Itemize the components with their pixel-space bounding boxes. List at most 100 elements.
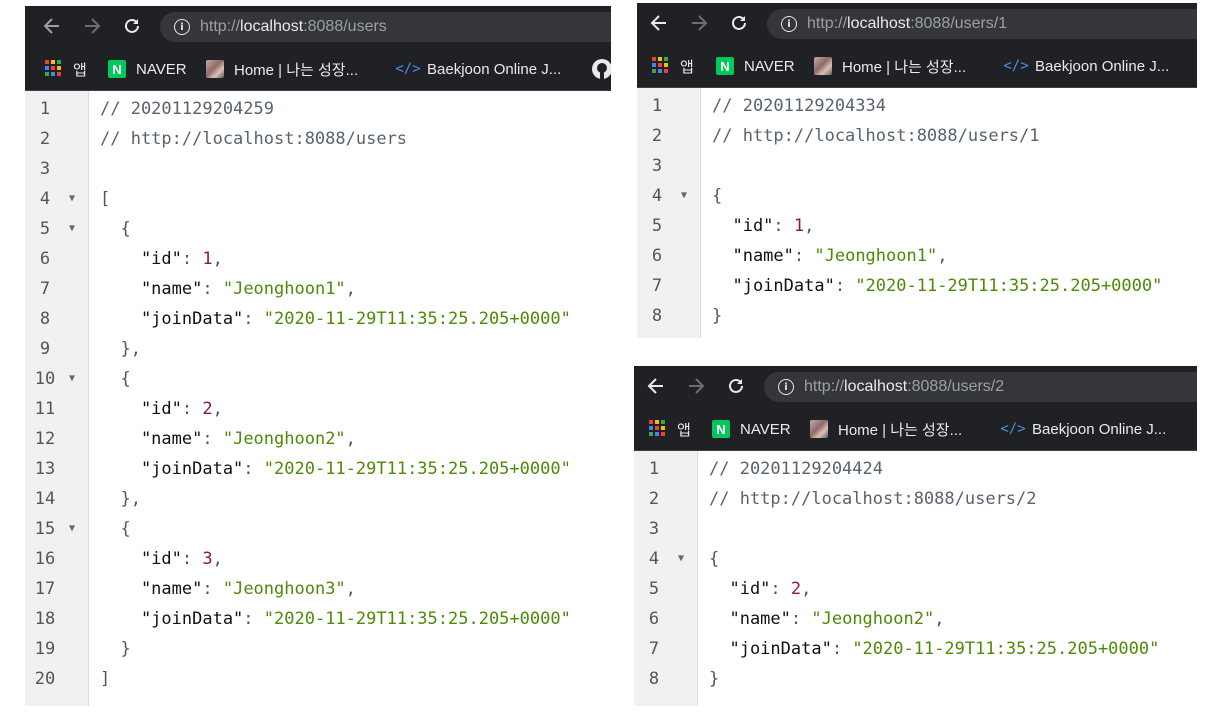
code-line: 8} bbox=[634, 664, 1197, 694]
code-token: "name" bbox=[100, 279, 203, 299]
reload-button[interactable] bbox=[722, 372, 750, 400]
bookmark-baekjoon[interactable]: </> Baekjoon Online J... bbox=[1003, 44, 1169, 88]
bookmark-naver[interactable]: N NAVER bbox=[108, 47, 187, 91]
code-line: 14 }, bbox=[25, 484, 611, 514]
code-token: { bbox=[709, 549, 720, 569]
back-button[interactable] bbox=[645, 9, 673, 37]
url-text: http://localhost:8088/users/2 bbox=[804, 378, 1005, 395]
code-token: "2020-11-29T11:35:25.205+0000" bbox=[263, 609, 571, 629]
code-token: "joinData" bbox=[100, 609, 244, 629]
bookmarks-bar: 앱 N NAVER Home | 나는 성장... </> Baekjoon O… bbox=[634, 407, 1197, 451]
arrow-right-icon bbox=[689, 378, 705, 394]
bookmark-baekjoon[interactable]: </> Baekjoon Online J... bbox=[1000, 407, 1166, 451]
bookmark-home[interactable]: Home | 나는 성장... bbox=[206, 47, 358, 91]
bookmark-naver[interactable]: N NAVER bbox=[712, 407, 791, 451]
code-text: { bbox=[100, 364, 130, 394]
code-line: 15 ▼ { bbox=[25, 514, 611, 544]
code-text: // 20201129204334 bbox=[712, 91, 886, 121]
code-text: // 20201129204424 bbox=[709, 454, 883, 484]
info-icon[interactable]: i bbox=[174, 19, 190, 35]
bookmark-home[interactable]: Home | 나는 성장... bbox=[810, 407, 962, 451]
line-number: 18 bbox=[34, 609, 56, 629]
code-brackets-icon: </> bbox=[1003, 58, 1029, 74]
bookmark-apps[interactable]: 앱 bbox=[652, 44, 694, 88]
reload-button[interactable] bbox=[725, 9, 753, 37]
line-number: 11 bbox=[34, 399, 56, 419]
code-token: "Jeonghoon1" bbox=[222, 279, 346, 299]
code-line: 6 "name": "Jeonghoon2", bbox=[634, 604, 1197, 634]
code-token: { bbox=[712, 186, 723, 206]
arrow-left-icon bbox=[647, 378, 663, 394]
bookmark-apps[interactable]: 앱 bbox=[45, 47, 87, 91]
reload-icon bbox=[732, 15, 746, 30]
code-token: "joinData" bbox=[709, 639, 832, 659]
line-number: 14 bbox=[34, 489, 56, 509]
line-number: 13 bbox=[34, 459, 56, 479]
line-number: 6 bbox=[39, 249, 51, 269]
line-number: 7 bbox=[648, 639, 660, 659]
line-number: 4 bbox=[648, 549, 660, 569]
forward-button[interactable] bbox=[685, 9, 713, 37]
fold-toggle-icon[interactable]: ▼ bbox=[681, 181, 687, 211]
arrow-right-icon bbox=[85, 18, 101, 34]
forward-button[interactable] bbox=[78, 12, 106, 40]
fold-toggle-icon[interactable]: ▼ bbox=[69, 364, 75, 394]
code-token: , bbox=[212, 549, 223, 569]
url-field[interactable]: i http://localhost:8088/users/1 bbox=[767, 9, 1197, 39]
image-thumbnail-icon bbox=[814, 57, 832, 75]
bookmark-home[interactable]: Home | 나는 성장... bbox=[814, 44, 966, 88]
code-token: // http://localhost:8088/users bbox=[100, 129, 408, 149]
code-line: 8 "joinData": "2020-11-29T11:35:25.205+0… bbox=[25, 304, 611, 334]
code-line: 3 bbox=[637, 151, 1197, 181]
code-text: // 20201129204259 bbox=[100, 94, 274, 124]
code-token: , bbox=[934, 609, 945, 629]
info-icon[interactable]: i bbox=[781, 16, 797, 32]
fold-toggle-icon[interactable]: ▼ bbox=[69, 184, 75, 214]
fold-toggle-icon[interactable]: ▼ bbox=[678, 544, 684, 574]
line-number: 8 bbox=[651, 306, 663, 326]
code-line: 17 "name": "Jeonghoon3", bbox=[25, 574, 611, 604]
fold-toggle-icon[interactable]: ▼ bbox=[69, 514, 75, 544]
reload-button[interactable] bbox=[118, 12, 146, 40]
code-token: } bbox=[712, 306, 723, 326]
code-token: // 20201129204424 bbox=[709, 459, 883, 479]
code-token: "joinData" bbox=[100, 459, 244, 479]
url-field[interactable]: i http://localhost:8088/users bbox=[160, 12, 611, 42]
forward-button[interactable] bbox=[682, 372, 710, 400]
code-text: "id": 2, bbox=[100, 394, 223, 424]
code-token: : bbox=[202, 279, 223, 299]
code-token: "name" bbox=[100, 429, 203, 449]
code-token: }, bbox=[100, 339, 141, 359]
fold-toggle-icon[interactable]: ▼ bbox=[69, 214, 75, 244]
code-line: 5 "id": 1, bbox=[637, 211, 1197, 241]
bookmark-apps[interactable]: 앱 bbox=[649, 407, 691, 451]
back-button[interactable] bbox=[38, 12, 66, 40]
code-token: "id" bbox=[709, 579, 771, 599]
bookmarks-bar: 앱 N NAVER Home | 나는 성장... </> Baekjoon O… bbox=[637, 44, 1197, 88]
url-field[interactable]: i http://localhost:8088/users/2 bbox=[764, 372, 1197, 402]
code-token: , bbox=[345, 429, 356, 449]
address-toolbar: i http://localhost:8088/users bbox=[25, 6, 611, 47]
arrow-left-icon bbox=[650, 15, 666, 31]
line-number: 6 bbox=[651, 246, 663, 266]
arrow-left-icon bbox=[43, 18, 59, 34]
bookmark-baekjoon[interactable]: </> Baekjoon Online J... bbox=[395, 47, 561, 91]
bookmark-naver[interactable]: N NAVER bbox=[716, 44, 795, 88]
code-text: "name": "Jeonghoon2", bbox=[100, 424, 356, 454]
code-line: 11 "id": 2, bbox=[25, 394, 611, 424]
line-number: 3 bbox=[648, 519, 660, 539]
info-icon[interactable]: i bbox=[778, 379, 794, 395]
back-button[interactable] bbox=[642, 372, 670, 400]
line-number: 5 bbox=[651, 216, 663, 236]
code-token: , bbox=[801, 579, 812, 599]
code-line: 20] bbox=[25, 664, 611, 694]
address-toolbar: i http://localhost:8088/users/2 bbox=[634, 366, 1197, 407]
code-text: // http://localhost:8088/users/2 bbox=[709, 484, 1037, 514]
bookmark-github[interactable] bbox=[591, 47, 611, 91]
code-line: 4 ▼ [ bbox=[25, 184, 611, 214]
url-text: http://localhost:8088/users bbox=[200, 18, 387, 35]
code-text: "joinData": "2020-11-29T11:35:25.205+000… bbox=[100, 604, 571, 634]
line-number: 1 bbox=[39, 99, 51, 119]
line-number: 9 bbox=[39, 339, 51, 359]
code-line: 13 "joinData": "2020-11-29T11:35:25.205+… bbox=[25, 454, 611, 484]
